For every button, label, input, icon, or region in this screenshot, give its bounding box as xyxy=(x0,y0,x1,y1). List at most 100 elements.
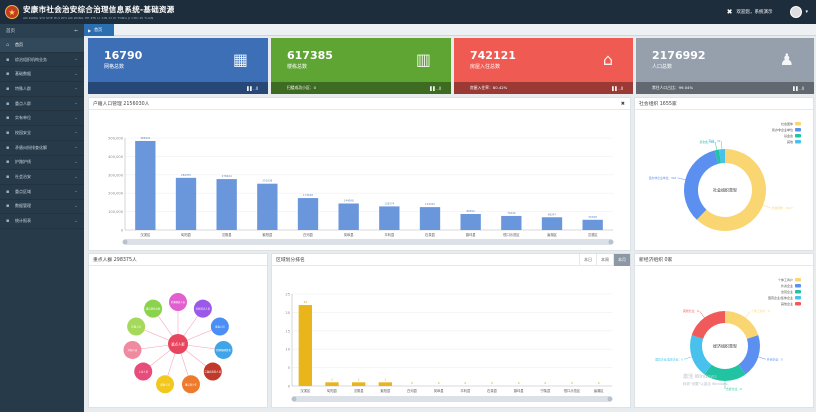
label-leader-line xyxy=(677,177,686,181)
segment-day[interactable]: 本日 xyxy=(579,254,596,266)
sidebar-item[interactable]: ▪ 社会治安 ⌄ xyxy=(0,170,84,185)
node-label: 刑满释放人员 xyxy=(171,300,186,304)
zoom-scrollbar[interactable] xyxy=(123,239,613,245)
card-label: 网格总数 xyxy=(104,64,125,70)
center-node-label: 重点人群 xyxy=(171,341,185,346)
bar[interactable] xyxy=(338,203,359,230)
panel-title: 重点人群 298375人 xyxy=(93,258,137,263)
legend-swatch[interactable] xyxy=(795,302,801,306)
welcome-text: 欢迎您，系统演示 xyxy=(736,10,773,15)
sidebar-item[interactable]: ▪ 统计报表 ⌄ xyxy=(0,214,84,229)
household-bar-chart: 0 100,000 200,000 300,000 400,000 500,000 4838… xyxy=(108,136,614,245)
legend-swatch[interactable] xyxy=(795,122,801,126)
bar[interactable] xyxy=(135,140,156,230)
slice-label: 个体工商户：0 xyxy=(751,309,770,313)
bar[interactable] xyxy=(419,207,441,230)
legend-swatch[interactable] xyxy=(795,128,801,132)
y-tick-label: 0 xyxy=(121,229,124,233)
card-value: 742121 xyxy=(470,49,516,62)
legend-swatch[interactable] xyxy=(795,296,801,300)
donut-slice[interactable] xyxy=(691,311,725,339)
x-tick-label: 紫阳县 xyxy=(380,388,391,393)
data-label: 0 xyxy=(518,381,520,385)
card-value: 2176992 xyxy=(652,49,706,62)
windows-activation-watermark: 激活 Windows 转到"设置"以激活 Windows。 xyxy=(683,374,731,388)
x-tick-label: 石泉县 xyxy=(425,232,436,237)
sidebar-item[interactable]: ⌂ 首页 xyxy=(0,38,84,53)
legend-swatch[interactable] xyxy=(795,284,801,288)
legend-label: 基金会 xyxy=(784,133,793,138)
bar[interactable] xyxy=(297,198,319,230)
legend-swatch[interactable] xyxy=(795,278,801,282)
sidebar-item[interactable]: ▪ 实有单位 ⌄ xyxy=(0,111,84,127)
menu-item-icon: ⌂ xyxy=(6,41,10,48)
card-footer: ▌▌..ll xyxy=(88,82,268,94)
donut-slice[interactable] xyxy=(725,311,759,339)
scroll-handle[interactable] xyxy=(608,239,614,245)
fullscreen-icon[interactable]: ✖ xyxy=(621,101,625,107)
sidebar-item[interactable]: ▪ 数据管理 ⌄ xyxy=(0,200,84,215)
chevron-down-icon: ⌄ xyxy=(74,115,78,121)
bar[interactable] xyxy=(257,183,278,230)
donut-slice[interactable] xyxy=(684,150,719,220)
panel-header: 区域划分排名 本日 本周 本月 xyxy=(272,254,630,266)
bar[interactable] xyxy=(325,382,339,386)
panel-title: 户籍人口管理 2156030人 xyxy=(93,102,150,107)
sidebar-item[interactable]: ▪ 综治组织机构业务 ⌄ xyxy=(0,53,84,68)
label-leader-line xyxy=(763,204,771,209)
chevron-down-icon[interactable]: ▾ xyxy=(805,9,808,15)
bar[interactable] xyxy=(541,217,563,230)
panel-header: 社会组织 1655家 xyxy=(635,98,813,110)
tab-home[interactable]: ▶ 首页 xyxy=(84,24,114,36)
y-tick-label: 10 xyxy=(285,348,290,352)
chevron-down-icon: ⌄ xyxy=(74,189,78,195)
sidebar-item[interactable]: ▪ 基础数据 ⌄ xyxy=(0,67,84,83)
sidebar-header: 首页 ⇐ xyxy=(0,24,84,38)
menu-item-icon: ▪ xyxy=(6,203,10,210)
avatar[interactable] xyxy=(790,6,803,18)
data-label: 124322 xyxy=(425,202,435,206)
grid-count-card[interactable]: 16790 网格总数 ▦ ▌▌..ll xyxy=(88,38,268,94)
bar[interactable] xyxy=(216,179,237,230)
sidebar-item[interactable]: ▪ 重点区域 ⌄ xyxy=(0,185,84,200)
close-icon[interactable]: ✖ xyxy=(727,8,733,16)
legend-swatch[interactable] xyxy=(795,134,801,138)
card-footer-text: 常住人口占比：99.04% xyxy=(652,85,694,90)
sidebar-item[interactable]: ▪ 特殊人群 ⌄ xyxy=(0,82,84,97)
bar[interactable] xyxy=(378,382,392,386)
sidebar-item[interactable]: ▪ 矛盾纠纷排查化解 ⌄ xyxy=(0,141,84,156)
bar[interactable] xyxy=(379,206,400,230)
donut-slice[interactable] xyxy=(690,335,712,375)
x-tick-label: 汉阴县 xyxy=(222,232,233,237)
bar[interactable] xyxy=(501,215,522,230)
zoom-scrollbar[interactable] xyxy=(292,396,612,402)
slice-label: 其他：39 xyxy=(708,139,720,143)
bar[interactable] xyxy=(352,382,366,386)
donut-slice[interactable] xyxy=(738,335,760,375)
scroll-handle[interactable] xyxy=(122,239,128,245)
sidebar-item[interactable]: ▪ 重点人群 ⌄ xyxy=(0,97,84,112)
legend-swatch[interactable] xyxy=(795,140,801,144)
collapse-sidebar-icon[interactable]: ⇐ xyxy=(74,29,78,34)
region-bar-chart: 0 5 10 15 20 25 22 汉滨区 1 旬阳县 1 汉阴县 1 紫阳县 0 白河县 0 岚皋县 0 平利县 0… xyxy=(285,293,613,402)
scroll-handle[interactable] xyxy=(607,396,613,402)
population-card[interactable]: 2176992 人口总数 ♟ 常住人口占比：99.04% ▌▌..ll xyxy=(636,38,814,94)
bar[interactable] xyxy=(298,305,312,386)
building-count-card[interactable]: 617385 楼栋总数 ▥ 扫楼成功小区：0 ▌▌..ll xyxy=(271,38,451,94)
occupancy-card[interactable]: 742121 房屋入住总数 ⌂ 房屋入住率：80.42% ▌▌..ll xyxy=(454,38,633,94)
segment-week[interactable]: 本周 xyxy=(596,254,613,266)
x-tick-label: 白河县 xyxy=(407,388,418,393)
segment-month[interactable]: 本月 xyxy=(613,254,630,266)
legend-swatch[interactable] xyxy=(795,290,801,294)
sidebar-item[interactable]: ▪ 校园安全 ⌄ xyxy=(0,126,84,141)
scroll-handle[interactable] xyxy=(291,396,297,402)
node-label: 在逃人员 xyxy=(131,325,141,329)
bar[interactable] xyxy=(175,177,197,230)
x-tick-label: 汉滨区 xyxy=(588,232,599,237)
bar[interactable] xyxy=(460,214,481,230)
label-leader-line xyxy=(745,311,751,318)
sidebar-item-label: 护路护线 xyxy=(15,159,31,165)
bar[interactable] xyxy=(582,219,603,230)
sidebar-item[interactable]: ▪ 护路护线 ⌄ xyxy=(0,156,84,171)
panel-header: 户籍人口管理 2156030人 ✖ xyxy=(89,98,630,110)
